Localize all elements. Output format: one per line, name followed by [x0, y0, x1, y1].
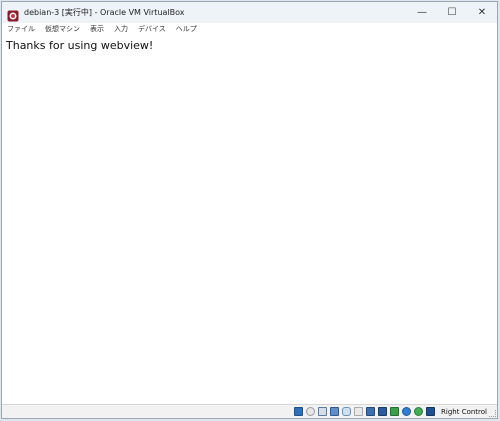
vm-display[interactable]: Thanks for using webview! — [2, 35, 497, 407]
menu-devices[interactable]: デバイス — [133, 24, 171, 34]
menu-file[interactable]: ファイル — [2, 24, 40, 34]
video-capture-icon[interactable] — [378, 407, 388, 416]
status-bar: Right Control — [2, 404, 497, 418]
menu-machine[interactable]: 仮想マシン — [40, 24, 85, 34]
close-button[interactable]: ✕ — [467, 2, 497, 23]
window-title: debian-3 [実行中] - Oracle VM VirtualBox — [24, 8, 185, 17]
display-icon[interactable] — [366, 407, 376, 416]
menu-view[interactable]: 表示 — [85, 24, 109, 34]
menu-bar: ファイル 仮想マシン 表示 入力 デバイス ヘルプ — [2, 23, 497, 35]
menu-help[interactable]: ヘルプ — [171, 24, 202, 34]
window-controls: — ☐ ✕ — [407, 2, 497, 23]
maximize-icon: ☐ — [447, 7, 457, 18]
host-key-label: Right Control — [441, 407, 487, 416]
guest-additions-icon[interactable] — [402, 407, 412, 416]
maximize-button[interactable]: ☐ — [437, 2, 467, 23]
title-bar[interactable]: debian-3 [実行中] - Oracle VM VirtualBox — … — [2, 2, 497, 23]
audio-icon[interactable] — [318, 407, 328, 416]
shared-folders-icon[interactable] — [354, 407, 364, 416]
status-icons — [294, 407, 438, 416]
optical-drive-icon[interactable] — [306, 407, 316, 416]
usb-icon[interactable] — [342, 407, 352, 416]
menu-input[interactable]: 入力 — [109, 24, 133, 34]
virtualbox-app-icon[interactable] — [7, 7, 19, 21]
minimize-button[interactable]: — — [407, 2, 437, 23]
hard-disk-icon[interactable] — [294, 407, 304, 416]
resize-grip[interactable] — [489, 410, 496, 417]
virtualbox-window: debian-3 [実行中] - Oracle VM VirtualBox — … — [1, 1, 498, 419]
guest-message: Thanks for using webview! — [6, 39, 154, 52]
network-icon[interactable] — [330, 407, 340, 416]
mouse-integration-icon[interactable] — [414, 407, 424, 416]
close-icon: ✕ — [477, 7, 487, 18]
recording-icon[interactable] — [390, 407, 400, 416]
minimize-icon: — — [417, 7, 427, 18]
keyboard-capture-icon[interactable] — [426, 407, 436, 416]
